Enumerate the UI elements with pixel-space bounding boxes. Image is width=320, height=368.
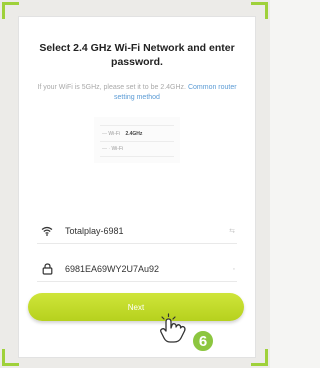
step-number-badge: 6: [192, 330, 214, 352]
wifi-ssid-value: Totalplay-6981: [65, 226, 124, 236]
screenshot-frame: Select 2.4 GHz Wi-Fi Network and enter p…: [0, 0, 270, 368]
illustration-row: — · Wi-Fi: [102, 144, 174, 154]
illustration-divider: [100, 125, 174, 126]
router-illustration: — Wi-Fi 2.4GHz — · Wi-Fi: [94, 117, 180, 163]
illustration-divider: [100, 156, 174, 157]
next-button[interactable]: Next: [28, 293, 244, 321]
illustration-value: 2.4GHz: [125, 131, 143, 137]
wifi-icon: [39, 223, 55, 239]
dialog-title: Select 2.4 GHz Wi-Fi Network and enter p…: [39, 42, 235, 68]
switch-network-icon[interactable]: ⇆: [229, 227, 235, 235]
next-button-label: Next: [127, 302, 145, 312]
corner-bracket-top-left: [2, 2, 19, 19]
hint-text: If your WiFi is 5GHz, please set it to b…: [37, 84, 186, 91]
illustration-label: Wi-Fi: [108, 131, 121, 137]
illustration-row: — Wi-Fi 2.4GHz: [102, 129, 174, 139]
dialog-hint: If your WiFi is 5GHz, please set it to b…: [37, 83, 237, 103]
show-password-icon[interactable]: ◦: [233, 266, 235, 273]
lock-icon: [39, 261, 55, 277]
password-value: 6981EA69WY2U7Au92: [65, 264, 160, 274]
corner-bracket-bottom-left: [2, 349, 19, 366]
password-field[interactable]: 6981EA69WY2U7Au92 ◦: [37, 257, 237, 282]
illustration-separator: — ·: [102, 146, 111, 152]
tap-hand-icon: [160, 313, 186, 343]
wifi-network-field[interactable]: Totalplay-6981 ⇆: [37, 219, 237, 244]
illustration-separator: —: [102, 131, 107, 137]
illustration-label: Wi-Fi: [111, 146, 124, 152]
illustration-divider: [100, 141, 174, 142]
